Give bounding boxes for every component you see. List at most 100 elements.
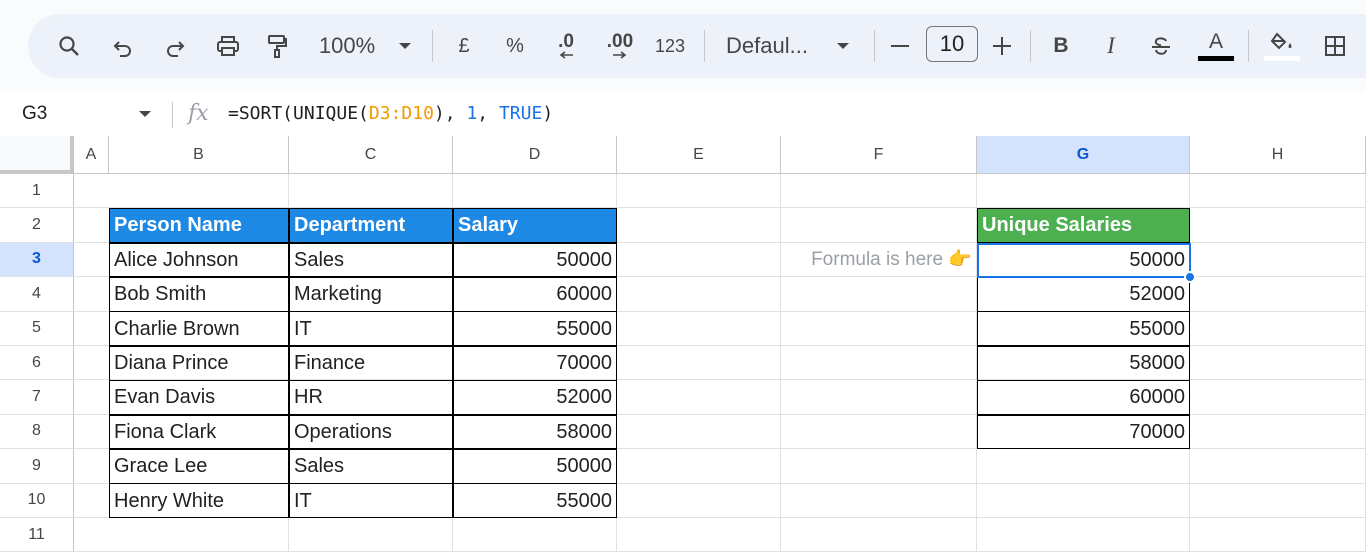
increase-decimal-button[interactable]: .00 — [600, 14, 640, 78]
table-cell[interactable]: HR — [289, 380, 453, 414]
fx-icon: fx — [188, 101, 209, 126]
more-formats-button[interactable]: 123 — [652, 14, 688, 78]
toolbar-divider — [432, 30, 433, 62]
zoom-select[interactable]: 100% — [314, 14, 380, 78]
borders-icon[interactable] — [1320, 14, 1350, 78]
unique-salary-cell[interactable]: 52000 — [977, 277, 1190, 311]
text-color-icon[interactable]: A — [1196, 14, 1236, 78]
table-border-horizontal — [109, 345, 617, 347]
fill-handle[interactable] — [1184, 271, 1196, 284]
name-box[interactable]: G3 — [22, 92, 47, 136]
table-cell[interactable]: 52000 — [453, 380, 617, 414]
increase-font-size-button[interactable] — [990, 14, 1014, 78]
row-header-3[interactable]: 3 — [0, 242, 74, 278]
bold-icon[interactable]: B — [1048, 14, 1074, 78]
table-cell[interactable]: Bob Smith — [109, 277, 289, 311]
table-cell[interactable]: 50000 — [453, 243, 617, 277]
unique-table-border-horizontal — [977, 242, 1190, 244]
table-header-cell[interactable]: Department — [289, 208, 453, 243]
table-header-cell[interactable]: Salary — [453, 208, 617, 243]
formula-note-label: Formula is here 👉 — [811, 248, 972, 270]
table-cell[interactable]: Operations — [289, 415, 453, 449]
table-cell[interactable]: Sales — [289, 449, 453, 483]
column-header-d[interactable]: D — [453, 136, 617, 174]
table-header-cell[interactable]: Person Name — [109, 208, 289, 243]
row-header-10[interactable]: 10 — [0, 483, 74, 518]
column-header-c[interactable]: C — [289, 136, 453, 174]
unique-salary-cell[interactable]: 60000 — [977, 380, 1190, 414]
print-icon[interactable] — [212, 14, 244, 78]
unique-header-cell[interactable]: Unique Salaries — [977, 208, 1190, 243]
italic-icon[interactable]: I — [1098, 14, 1124, 78]
column-header-e[interactable]: E — [617, 136, 781, 174]
row-header-1[interactable]: 1 — [0, 174, 74, 209]
row-header-2[interactable]: 2 — [0, 208, 74, 243]
column-header-h[interactable]: H — [1190, 136, 1366, 174]
row-header-11[interactable]: 11 — [0, 518, 74, 553]
row-header-7[interactable]: 7 — [0, 380, 74, 415]
strikethrough-icon[interactable] — [1148, 14, 1174, 78]
table-cell[interactable]: Diana Prince — [109, 346, 289, 380]
table-cell[interactable]: 70000 — [453, 346, 617, 380]
row-header-4[interactable]: 4 — [0, 277, 74, 312]
unique-table-border-horizontal — [977, 414, 1190, 416]
table-cell[interactable]: Marketing — [289, 277, 453, 311]
formula-input[interactable]: =SORT(UNIQUE(D3:D10), 1, TRUE) — [228, 92, 553, 136]
decrease-decimal-label: .0 — [558, 31, 574, 52]
unique-salary-cell[interactable]: 70000 — [977, 415, 1190, 449]
toolbar-divider — [874, 30, 875, 62]
table-cell[interactable]: 50000 — [453, 449, 617, 483]
gridline-horizontal — [74, 551, 1366, 553]
unique-table-border-horizontal — [977, 379, 1190, 382]
table-border-horizontal — [109, 482, 617, 485]
undo-icon[interactable] — [108, 14, 138, 78]
column-header-b[interactable]: B — [109, 136, 289, 174]
fill-color-underline — [1264, 55, 1300, 61]
column-header-f[interactable]: F — [781, 136, 977, 174]
column-header-g[interactable]: G — [977, 136, 1190, 174]
table-cell[interactable]: Finance — [289, 346, 453, 380]
row-header-8[interactable]: 8 — [0, 414, 74, 450]
table-cell[interactable]: Evan Davis — [109, 380, 289, 414]
column-header-a[interactable]: A — [74, 136, 109, 174]
font-size-input[interactable]: 10 — [926, 26, 978, 62]
format-percent-button[interactable]: % — [502, 14, 528, 78]
font-select[interactable]: Defaul... — [726, 14, 816, 78]
decrease-font-size-button[interactable] — [888, 14, 912, 78]
table-cell[interactable]: IT — [289, 484, 453, 518]
arrow-left-icon — [559, 51, 573, 59]
table-cell[interactable]: Fiona Clark — [109, 415, 289, 449]
select-all-corner[interactable] — [0, 136, 74, 174]
table-cell[interactable]: Charlie Brown — [109, 312, 289, 346]
table-border-horizontal — [109, 310, 617, 313]
redo-icon[interactable] — [160, 14, 190, 78]
table-cell[interactable]: 55000 — [453, 484, 617, 518]
unique-salary-cell[interactable]: 58000 — [977, 346, 1190, 380]
chevron-down-icon[interactable] — [138, 92, 152, 136]
table-cell[interactable]: Sales — [289, 243, 453, 277]
unique-salary-cell[interactable]: 55000 — [977, 312, 1190, 346]
decrease-decimal-button[interactable]: .0 — [548, 14, 584, 78]
row-header-9[interactable]: 9 — [0, 449, 74, 484]
format-currency-button[interactable]: £ — [452, 14, 476, 78]
table-cell[interactable]: Alice Johnson — [109, 243, 289, 277]
chevron-down-icon[interactable] — [832, 14, 854, 78]
row-header-6[interactable]: 6 — [0, 346, 74, 381]
table-cell[interactable]: 58000 — [453, 415, 617, 449]
search-menus-icon[interactable] — [54, 14, 84, 78]
table-cell[interactable]: IT — [289, 312, 453, 346]
table-cell[interactable]: 60000 — [453, 277, 617, 311]
paint-format-icon[interactable] — [262, 14, 292, 78]
row-header-5[interactable]: 5 — [0, 311, 74, 346]
text-color-glyph: A — [1208, 30, 1223, 53]
table-cell[interactable]: Grace Lee — [109, 449, 289, 483]
table-cell[interactable]: 55000 — [453, 312, 617, 346]
unique-salary-cell[interactable]: 50000 — [977, 243, 1190, 277]
chevron-down-icon[interactable] — [394, 14, 416, 78]
formula-comma: , — [477, 103, 499, 124]
table-cell[interactable]: Henry White — [109, 484, 289, 518]
formula-arg2: TRUE — [498, 103, 543, 124]
table-border-horizontal — [109, 448, 617, 450]
formula-mid: ), — [433, 103, 467, 124]
fill-color-icon[interactable] — [1262, 14, 1302, 78]
